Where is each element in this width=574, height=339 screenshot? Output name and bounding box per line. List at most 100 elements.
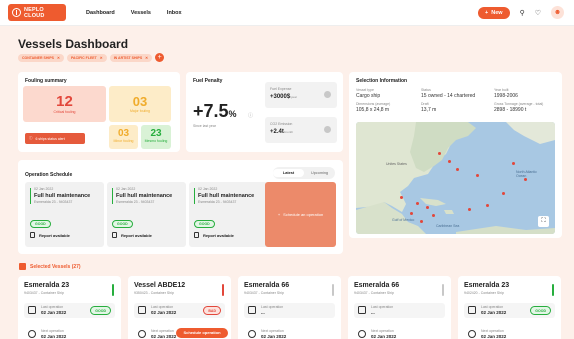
- document-icon: [194, 232, 199, 238]
- search-icon[interactable]: ⚲: [520, 9, 525, 17]
- vessel-marker[interactable]: [410, 212, 413, 215]
- co2-label: CO2 Emission: [270, 122, 293, 126]
- since-label: Since last year: [193, 124, 216, 128]
- major-fouling-box[interactable]: 03 Major fouling: [109, 86, 171, 122]
- co2-emission-box: CO2 Emission +2.4t/month: [265, 117, 337, 143]
- status-badge: GOOD: [112, 220, 133, 228]
- new-button[interactable]: + New: [478, 6, 510, 19]
- last-operation-label: Last operation: [371, 305, 394, 309]
- help-icon[interactable]: [324, 91, 331, 98]
- calendar-icon: [138, 306, 146, 314]
- last-operation-box: Last operation 02 Jan 2022 BAD: [134, 303, 225, 318]
- vessel-subtitle: 9403437 - Container Ship: [24, 291, 64, 295]
- last-operation-box: Last operation 02 Jan 2022 GOOD: [464, 303, 555, 318]
- operation-card[interactable]: 02 Jan 2022 Full hull maintenance Esmera…: [189, 182, 268, 247]
- logo[interactable]: NEPLO CLOUD: [8, 4, 66, 21]
- vessel-card[interactable]: Vessel ABDE12 9350423 - Container Ship L…: [128, 276, 231, 339]
- vessel-marker[interactable]: [468, 208, 471, 211]
- report-link[interactable]: Report available: [112, 232, 152, 238]
- operation-subtitle: Esmeralda 23 - 9403437: [198, 200, 237, 204]
- next-operation-date: 02 Jan 2022: [371, 334, 397, 339]
- logo-text: NEPLO CLOUD: [23, 6, 45, 19]
- field-label: Status: [421, 88, 431, 92]
- field-value: Cargo ship: [356, 93, 381, 99]
- filter-chip[interactable]: PACIFIC FLEET ✕: [66, 53, 107, 62]
- calendar-icon: [248, 306, 256, 314]
- critical-fouling-value: 12: [56, 93, 73, 110]
- vessel-marker[interactable]: [512, 162, 515, 165]
- plus-icon: +: [277, 212, 281, 217]
- calendar-icon: [358, 330, 366, 338]
- vessel-marker[interactable]: [502, 192, 505, 195]
- vessel-card[interactable]: Esmeralda 23 9402420 - Container Ship La…: [458, 276, 561, 339]
- vessel-marker[interactable]: [400, 196, 403, 199]
- bell-icon[interactable]: ♡: [535, 9, 541, 17]
- good-fouling-box[interactable]: 23 Mesmo fouling: [141, 125, 171, 149]
- close-icon[interactable]: ✕: [57, 56, 60, 60]
- operation-card[interactable]: 02 Jan 2022 Full hull maintenance Esmera…: [25, 182, 104, 247]
- vessel-marker[interactable]: [438, 152, 441, 155]
- field-label: Draft: [421, 102, 429, 106]
- field-value: 15 owned - 14 chartered: [421, 93, 476, 99]
- close-icon[interactable]: ✕: [100, 56, 103, 60]
- fuel-penalty-unit: %: [228, 109, 237, 119]
- field-value: 1998-2006: [494, 93, 518, 99]
- vessel-name: Esmeralda 23: [24, 282, 70, 289]
- close-icon[interactable]: ✕: [145, 56, 148, 60]
- vessel-marker[interactable]: [476, 174, 479, 177]
- next-operation-date: 02 Jan 2022: [151, 334, 177, 339]
- vessel-map[interactable]: Unites States North Atlantic Ocean Gulf …: [356, 122, 555, 234]
- schedule-operation-button[interactable]: Schedule operation: [176, 328, 228, 338]
- selection-title: Selection Information: [356, 78, 408, 84]
- tab-latest[interactable]: Latest: [273, 169, 304, 177]
- operation-card[interactable]: 02 Jan 2022 Full hull maintenance Esmera…: [107, 182, 186, 247]
- vessel-marker[interactable]: [448, 160, 451, 163]
- critical-fouling-box[interactable]: 12 Critical fouling: [23, 86, 106, 122]
- vessel-card[interactable]: Esmeralda 23 9403437 - Container Ship La…: [18, 276, 121, 339]
- vessel-marker[interactable]: [486, 204, 489, 207]
- user-icon: ☻: [553, 9, 562, 16]
- vessel-card[interactable]: Esmeralda 66 9403437 - Container Ship La…: [348, 276, 451, 339]
- nav-inbox[interactable]: Inbox: [167, 10, 182, 16]
- alert-icon: ⓘ: [29, 136, 33, 140]
- last-operation-label: Last operation: [261, 305, 284, 309]
- vessel-marker[interactable]: [426, 206, 429, 209]
- vessel-marker[interactable]: [432, 214, 435, 217]
- vessel-name: Esmeralda 66: [354, 282, 400, 289]
- schedule-operation-button[interactable]: + Schedule an operation: [265, 182, 336, 247]
- vessel-marker[interactable]: [524, 178, 527, 181]
- avatar[interactable]: ☻: [551, 6, 564, 19]
- info-icon[interactable]: ⓘ: [248, 112, 253, 119]
- vessel-name: Vessel ABDE12: [134, 282, 186, 289]
- calendar-icon: [248, 330, 256, 338]
- filter-chips: CONTAINER SHIPS ✕ PACIFIC FLEET ✕ IN ARTIS…: [18, 53, 165, 62]
- add-filter-button[interactable]: +: [155, 53, 165, 62]
- vessel-marker[interactable]: [416, 202, 419, 205]
- next-operation-date: 02 Jan 2022: [261, 334, 287, 339]
- report-link[interactable]: Report available: [30, 232, 70, 238]
- selection-info-card: Selection Information Vessel type Cargo …: [349, 72, 562, 238]
- page-title: Vessels Dashboard: [18, 37, 129, 51]
- calendar-icon: [28, 330, 36, 338]
- filter-chip[interactable]: IN ARTIST SHIPS ✕: [109, 53, 153, 62]
- ship-icon: [19, 263, 26, 270]
- vessel-name: Esmeralda 66: [244, 282, 290, 289]
- filter-chip[interactable]: CONTAINER SHIPS ✕: [18, 53, 64, 62]
- minor-fouling-box[interactable]: 03 Minor fouling: [109, 125, 138, 149]
- nav-vessels[interactable]: Vessels: [131, 10, 151, 16]
- expand-map-button[interactable]: ⛶: [538, 216, 549, 227]
- nav-dashboard[interactable]: Dashboard: [86, 10, 115, 16]
- map-label: Gulf of Mexico: [392, 218, 415, 222]
- schedule-operation-label: Schedule an operation: [283, 212, 324, 217]
- vessel-status-indicator: [442, 284, 444, 296]
- last-operation-label: Last operation: [41, 305, 64, 309]
- fuel-penalty-percent: +7.5%: [193, 101, 237, 122]
- help-icon[interactable]: [324, 126, 331, 133]
- report-link[interactable]: Report available: [194, 232, 234, 238]
- status-alert-button[interactable]: ⓘ 6 ships status alert: [25, 133, 85, 144]
- last-operation-date: ...: [261, 310, 265, 315]
- vessel-marker[interactable]: [420, 220, 423, 223]
- vessel-marker[interactable]: [456, 168, 459, 171]
- vessel-card[interactable]: Esmeralda 66 9403437 - Container Ship La…: [238, 276, 341, 339]
- tab-upcoming[interactable]: Upcoming: [304, 169, 335, 177]
